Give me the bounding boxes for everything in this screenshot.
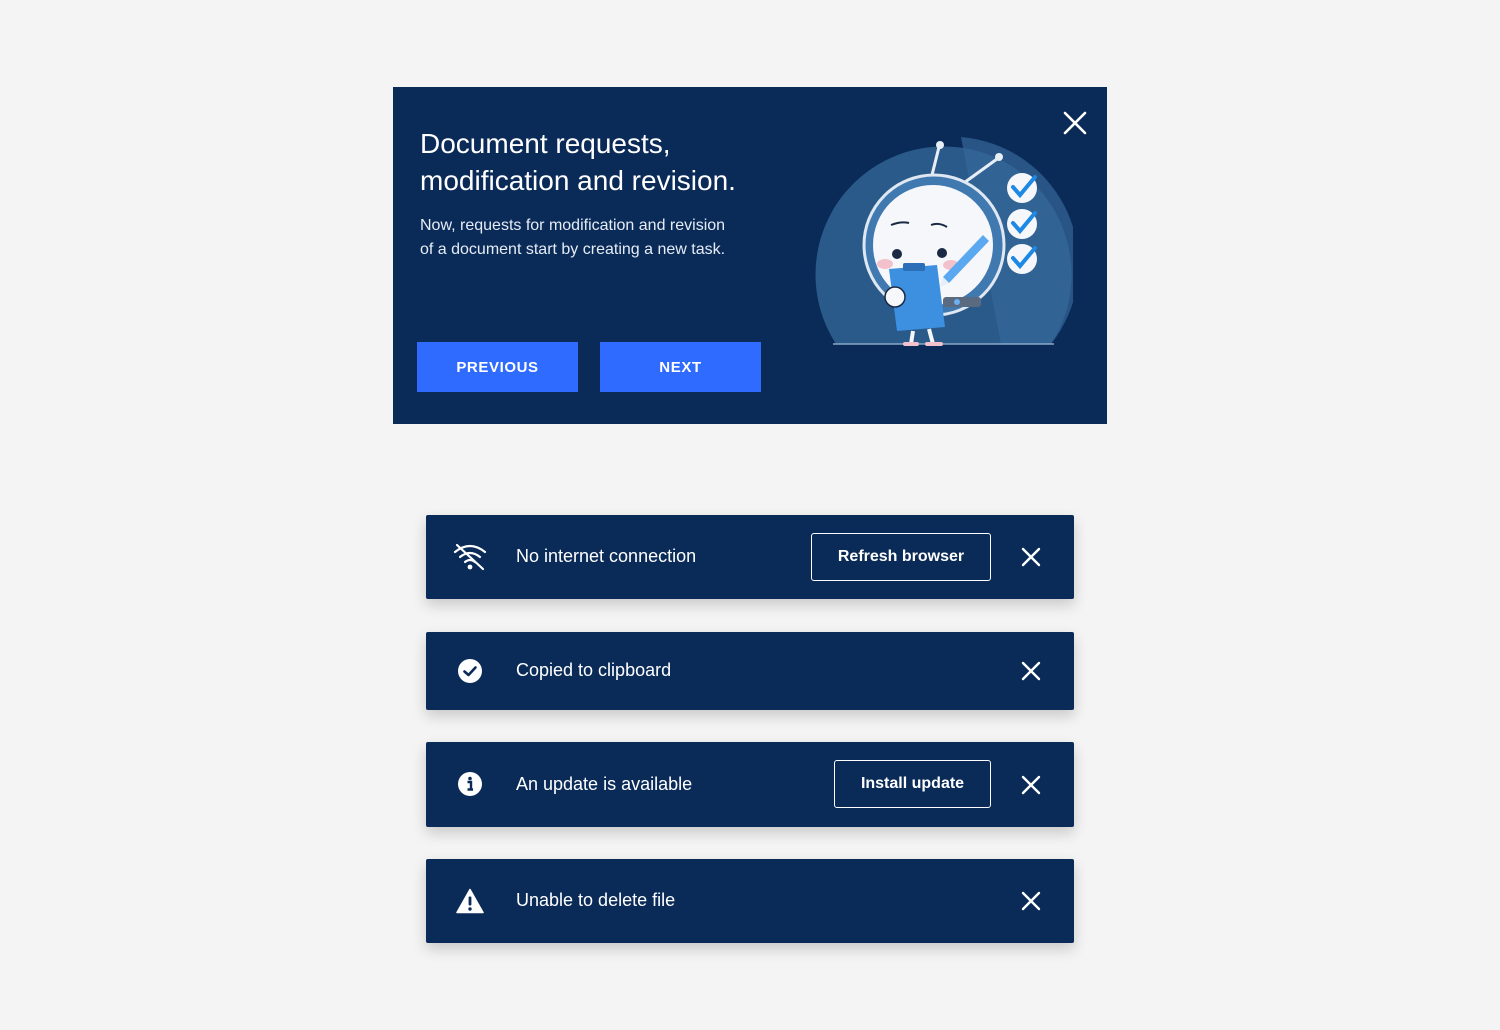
info-icon [458,772,482,796]
onboarding-description-line2: of a document start by creating a new ta… [420,241,726,258]
toast-no-internet: No internet connection Refresh browser [426,515,1074,599]
toast-update: An update is available Install update [426,742,1074,827]
close-icon [1021,661,1041,681]
next-button[interactable]: NEXT [600,342,761,392]
toast-icon [452,766,488,802]
onboarding-title-line1: Document requests, [420,128,671,159]
toast-close-button[interactable] [1016,886,1046,916]
toast-message: Unable to delete file [516,890,676,910]
close-icon [1021,891,1041,911]
toast-copied: Copied to clipboard [426,632,1074,710]
toast-delete-error: Unable to delete file [426,859,1074,943]
check-circle-icon [458,659,482,683]
toast-message: No internet connection [516,546,697,566]
robot-checklist-illustration [815,137,1073,346]
onboarding-description-line1: Now, requests for modification and revis… [420,217,726,234]
warning-icon [456,888,484,914]
previous-button[interactable]: PREVIOUS [417,342,578,392]
toast-close-button[interactable] [1016,770,1046,800]
install-update-button[interactable]: Install update [834,760,991,808]
toast-icon [452,653,488,689]
toast-message: An update is available [516,774,693,794]
onboarding-card: Document requests, modification and revis… [393,87,1107,424]
toast-close-button[interactable] [1016,656,1046,686]
onboarding-description: Now, requests for modification and revis… [420,214,780,262]
onboarding-title-line2: modification and revision. [420,165,736,196]
no-wifi-icon [453,543,487,571]
close-icon [1021,775,1041,795]
close-icon [1021,547,1041,567]
toast-message: Copied to clipboard [516,660,672,680]
toast-close-button[interactable] [1016,542,1046,572]
onboarding-title: Document requests, modification and revis… [420,125,800,199]
refresh-browser-button[interactable]: Refresh browser [811,533,991,581]
toast-icon [452,539,488,575]
toast-icon [452,883,488,919]
